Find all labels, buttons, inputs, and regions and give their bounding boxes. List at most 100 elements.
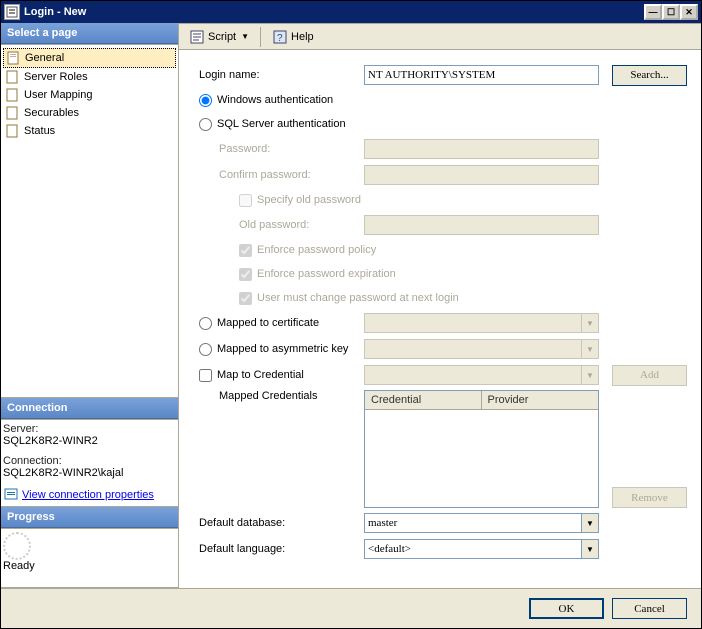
mapped-asym-input	[364, 339, 582, 359]
map-credential-input	[364, 365, 582, 385]
form-content: Login name: Search... Windows authentica…	[179, 50, 701, 588]
mapped-asym-combo: ▼	[364, 339, 599, 359]
connection-header: Connection	[1, 398, 178, 419]
sidebar-item-securables[interactable]: Securables	[3, 104, 176, 122]
sidebar-item-status[interactable]: Status	[3, 122, 176, 140]
sql-auth-label: SQL Server authentication	[217, 118, 346, 130]
page-icon	[6, 50, 22, 66]
close-button[interactable]: ✕	[680, 4, 698, 20]
add-button: Add	[612, 365, 687, 386]
default-db-input[interactable]	[364, 513, 582, 533]
toolbar: Script ▼ ? Help	[179, 24, 701, 50]
page-list: General Server Roles User Mapping Secura…	[1, 44, 178, 398]
sidebar-item-server-roles[interactable]: Server Roles	[3, 68, 176, 86]
sidebar-item-label: User Mapping	[24, 89, 92, 101]
sidebar: Select a page General Server Roles User …	[1, 23, 179, 588]
default-db-label: Default database:	[199, 517, 364, 529]
remove-button: Remove	[612, 487, 687, 508]
server-label: Server:	[3, 423, 176, 435]
enforce-expiration-checkbox	[239, 268, 252, 281]
mapped-asym-label: Mapped to asymmetric key	[217, 343, 348, 355]
default-lang-label: Default language:	[199, 543, 364, 555]
sidebar-item-label: Status	[24, 125, 55, 137]
specify-old-password-label: Specify old password	[257, 194, 361, 206]
default-db-combo[interactable]: ▼	[364, 513, 599, 533]
maximize-button[interactable]: ☐	[662, 4, 680, 20]
enforce-policy-label: Enforce password policy	[257, 244, 376, 256]
dialog-footer: OK Cancel	[1, 588, 701, 628]
specify-old-password-checkbox	[239, 194, 252, 207]
enforce-policy-checkbox	[239, 244, 252, 257]
toolbar-separator	[260, 27, 261, 47]
map-credential-checkbox[interactable]	[199, 369, 212, 382]
default-lang-input[interactable]	[364, 539, 582, 559]
select-page-header: Select a page	[1, 23, 178, 44]
help-icon: ?	[272, 29, 288, 45]
old-password-label: Old password:	[199, 219, 364, 231]
chevron-down-icon: ▼	[582, 313, 599, 333]
chevron-down-icon: ▼	[582, 339, 599, 359]
map-credential-label: Map to Credential	[217, 369, 304, 381]
old-password-input	[364, 215, 599, 235]
windows-auth-radio[interactable]	[199, 94, 212, 107]
enforce-expiration-label: Enforce password expiration	[257, 268, 396, 280]
login-name-label: Login name:	[199, 69, 364, 81]
app-icon	[4, 4, 20, 20]
must-change-label: User must change password at next login	[257, 292, 459, 304]
search-button[interactable]: Search...	[612, 65, 687, 86]
cancel-button[interactable]: Cancel	[612, 598, 687, 619]
mapped-cert-label: Mapped to certificate	[217, 317, 319, 329]
progress-panel: Ready	[1, 528, 178, 588]
default-lang-combo[interactable]: ▼	[364, 539, 599, 559]
script-button[interactable]: Script ▼	[185, 27, 253, 47]
confirm-password-input	[364, 165, 599, 185]
chevron-down-icon: ▼	[582, 365, 599, 385]
mapped-cert-radio[interactable]	[199, 317, 212, 330]
progress-spinner-icon	[3, 532, 31, 560]
sidebar-item-label: Server Roles	[24, 71, 88, 83]
password-input	[364, 139, 599, 159]
col-credential: Credential	[365, 391, 482, 409]
connection-panel: Server: SQL2K8R2-WINR2 Connection: SQL2K…	[1, 419, 178, 507]
windows-auth-label: Windows authentication	[217, 94, 333, 106]
mapped-credentials-label: Mapped Credentials	[199, 390, 364, 402]
chevron-down-icon[interactable]: ▼	[582, 539, 599, 559]
login-new-window: Login - New — ☐ ✕ Select a page General …	[0, 0, 702, 629]
sidebar-item-user-mapping[interactable]: User Mapping	[3, 86, 176, 104]
must-change-checkbox	[239, 292, 252, 305]
progress-text: Ready	[3, 558, 35, 572]
minimize-button[interactable]: —	[644, 4, 662, 20]
sidebar-item-label: Securables	[24, 107, 79, 119]
grid-header: Credential Provider	[365, 391, 598, 410]
connection-label: Connection:	[3, 455, 176, 467]
server-value: SQL2K8R2-WINR2	[3, 435, 176, 447]
col-provider: Provider	[482, 391, 599, 409]
properties-icon	[3, 487, 19, 503]
title-bar[interactable]: Login - New — ☐ ✕	[1, 1, 701, 23]
sidebar-item-general[interactable]: General	[3, 48, 176, 68]
window-title: Login - New	[24, 6, 644, 18]
svg-text:?: ?	[277, 33, 283, 44]
map-credential-combo: ▼	[364, 365, 599, 385]
view-connection-properties-link[interactable]: View connection properties	[3, 487, 176, 503]
mapped-asym-radio[interactable]	[199, 343, 212, 356]
page-icon	[5, 69, 21, 85]
help-button[interactable]: ? Help	[268, 27, 318, 47]
page-icon	[5, 105, 21, 121]
page-icon	[5, 123, 21, 139]
sql-auth-radio[interactable]	[199, 118, 212, 131]
confirm-password-label: Confirm password:	[199, 169, 364, 181]
script-icon	[189, 29, 205, 45]
ok-button[interactable]: OK	[529, 598, 604, 619]
sidebar-item-label: General	[25, 52, 64, 64]
mapped-credentials-grid[interactable]: Credential Provider	[364, 390, 599, 508]
chevron-down-icon: ▼	[241, 32, 249, 41]
page-icon	[5, 87, 21, 103]
password-label: Password:	[199, 143, 364, 155]
main-panel: Script ▼ ? Help Login name: Search...	[179, 23, 701, 588]
mapped-cert-combo: ▼	[364, 313, 599, 333]
login-name-input[interactable]	[364, 65, 599, 85]
mapped-cert-input	[364, 313, 582, 333]
chevron-down-icon[interactable]: ▼	[582, 513, 599, 533]
progress-header: Progress	[1, 507, 178, 528]
